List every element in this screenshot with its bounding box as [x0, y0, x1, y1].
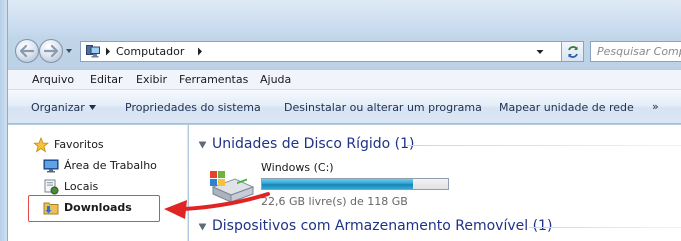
- window-title-area: [0, 0, 681, 36]
- refresh-button[interactable]: [562, 41, 584, 62]
- group-header-hard-drives[interactable]: Unidades de Disco Rígido (1): [189, 134, 681, 156]
- organize-button[interactable]: Organizar: [31, 101, 85, 114]
- chevron-down-icon[interactable]: [535, 47, 545, 57]
- nav-label-desktop: Área de Trabalho: [64, 159, 157, 172]
- recent-places-icon: [44, 179, 59, 195]
- explorer-window: Computador Pesquisar Comp Arquivo Editar…: [0, 0, 681, 241]
- nav-label-locals: Locais: [64, 180, 99, 193]
- menu-editar[interactable]: Editar: [90, 73, 123, 86]
- more-commands-button[interactable]: »: [652, 100, 659, 113]
- drive-usage-fill: [262, 179, 413, 189]
- chevron-down-icon[interactable]: [89, 105, 96, 110]
- desktop-icon: [43, 159, 59, 173]
- star-icon: [33, 137, 49, 153]
- back-arrow-icon: [20, 45, 34, 57]
- computer-icon: [86, 45, 100, 58]
- group-title-hard-drives: Unidades de Disco Rígido (1): [212, 136, 415, 152]
- command-bar: Organizar Propriedades do sistema Desins…: [8, 90, 681, 124]
- drive-usage-bar: [261, 178, 449, 190]
- nav-item-favorites[interactable]: Favoritos: [8, 135, 188, 155]
- forward-arrow-icon: [44, 45, 58, 57]
- group-divider: [529, 227, 681, 228]
- group-divider: [407, 145, 681, 146]
- refresh-icon: [567, 45, 578, 58]
- drive-name: Windows (C:): [261, 161, 334, 174]
- drive-free-space: 22,6 GB livre(s) de 118 GB: [261, 195, 408, 208]
- collapse-caret-icon[interactable]: [199, 223, 206, 231]
- nav-item-desktop[interactable]: Área de Trabalho: [8, 156, 188, 176]
- navigation-bar: Computador Pesquisar Comp: [8, 36, 681, 66]
- crumb-separator-icon[interactable]: [197, 47, 203, 56]
- menu-exibir[interactable]: Exibir: [136, 73, 167, 86]
- collapse-caret-icon[interactable]: [199, 141, 206, 149]
- menu-ajuda[interactable]: Ajuda: [260, 73, 291, 86]
- map-network-drive-button[interactable]: Mapear unidade de rede: [499, 101, 634, 114]
- nav-label-favorites: Favoritos: [54, 138, 104, 151]
- window-left-border: [0, 0, 8, 241]
- system-properties-button[interactable]: Propriedades do sistema: [125, 101, 261, 114]
- uninstall-program-button[interactable]: Desinstalar ou alterar um programa: [284, 101, 482, 114]
- annotation-arrow-icon: [164, 192, 270, 219]
- breadcrumb-computador[interactable]: Computador: [116, 45, 184, 58]
- address-bar[interactable]: Computador: [80, 41, 562, 62]
- menu-ferramentas[interactable]: Ferramentas: [179, 73, 248, 86]
- forward-button[interactable]: [39, 39, 63, 63]
- downloads-highlight-box: [28, 195, 160, 222]
- crumb-separator-icon[interactable]: [105, 47, 111, 56]
- search-input[interactable]: Pesquisar Comp: [590, 41, 681, 62]
- search-placeholder: Pesquisar Comp: [597, 45, 681, 58]
- back-button[interactable]: [15, 39, 39, 63]
- chevron-down-icon[interactable]: [64, 46, 74, 56]
- menu-arquivo[interactable]: Arquivo: [32, 73, 74, 86]
- menu-bar: Arquivo Editar Exibir Ferramentas Ajuda: [8, 69, 681, 90]
